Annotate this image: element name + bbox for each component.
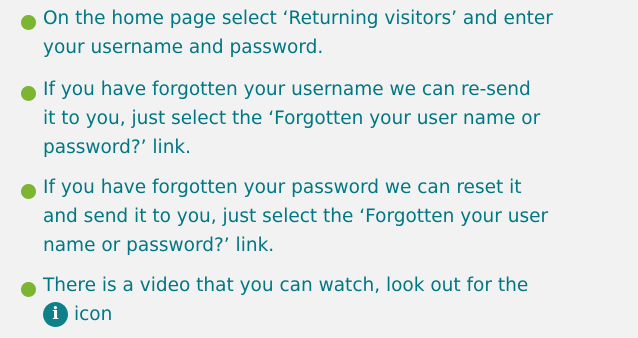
info-icon[interactable]: i	[43, 301, 68, 327]
instruction-line-with-icon: i icon	[43, 300, 618, 329]
instruction-text: If you have forgotten your password we c…	[43, 173, 618, 260]
instruction-line: name or password?’ link.	[43, 235, 275, 256]
bullet-icon	[21, 86, 36, 101]
instruction-text: On the home page select ‘Returning visit…	[43, 4, 618, 62]
instruction-text: There is a video that you can watch, loo…	[43, 271, 618, 329]
instruction-line: On the home page select ‘Returning visit…	[43, 8, 553, 29]
instruction-line: There is a video that you can watch, loo…	[43, 275, 529, 296]
bullet-icon	[21, 15, 36, 30]
bullet-icon	[21, 184, 36, 199]
instruction-line: your username and password.	[43, 37, 324, 58]
instruction-line: and send it to you, just select the ‘For…	[43, 206, 549, 227]
icon-label: icon	[74, 304, 113, 325]
instruction-line: it to you, just select the ‘Forgotten yo…	[43, 108, 541, 129]
instruction-line: If you have forgotten your password we c…	[43, 177, 522, 198]
instruction-line: If you have forgotten your username we c…	[43, 79, 531, 100]
instructions-panel: On the home page select ‘Returning visit…	[0, 0, 638, 338]
instruction-line: password?’ link.	[43, 137, 192, 158]
instruction-text: If you have forgotten your username we c…	[43, 75, 618, 162]
bullet-icon	[21, 282, 36, 297]
